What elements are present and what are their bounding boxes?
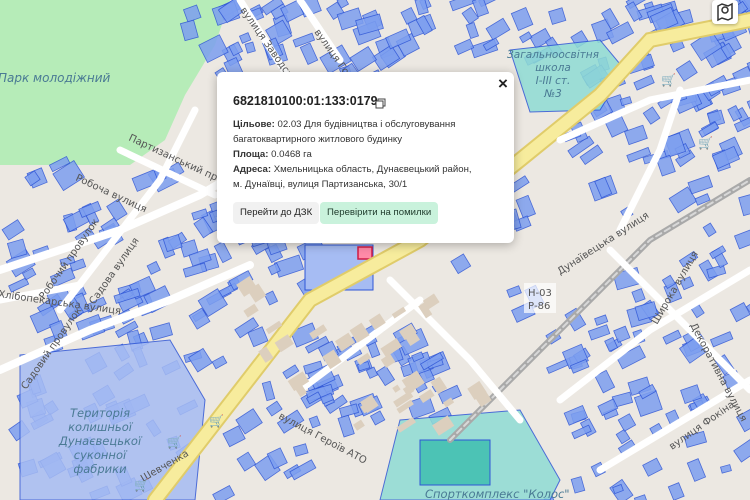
cadastral-number: 6821810100:01:133:0179 [233, 94, 378, 108]
shopping-cart-icon[interactable]: 🛒 [167, 435, 182, 449]
park-label: Парк молодіжний [0, 71, 111, 85]
road-code-1: Н-03 [528, 288, 552, 299]
svg-text:🛒: 🛒 [134, 478, 149, 492]
svg-text:школа: школа [535, 62, 571, 74]
shopping-cart-icon[interactable]: 🛒 [209, 414, 224, 428]
area-info: Площа: 0.0468 га [233, 149, 312, 160]
svg-text:колишньої: колишньої [68, 420, 134, 434]
stadium-label: Спорткомплекс "Колос" [425, 487, 570, 500]
svg-text:І-ІІІ ст.: І-ІІІ ст. [536, 75, 571, 87]
road-code-2: Р-86 [528, 301, 550, 312]
purpose-info: Цільове: 02.03 Для будівництва і обслуго… [233, 119, 456, 145]
svg-text:фабрики: фабрики [73, 462, 127, 476]
close-icon[interactable]: × [498, 75, 508, 92]
shopping-cart-icon[interactable]: 🛒 [698, 136, 713, 150]
selected-parcel[interactable] [357, 246, 373, 260]
copy-icon[interactable] [375, 96, 386, 109]
map-pin-icon[interactable] [712, 0, 738, 24]
svg-text:🛒: 🛒 [698, 136, 713, 150]
address-info: Адреса: Хмельницька область, Дунаєвецьки… [233, 164, 472, 190]
svg-text:№3: №3 [543, 88, 562, 100]
open-dzk-button[interactable]: Перейти до ДЗК [233, 202, 320, 224]
svg-text:Територія: Територія [70, 406, 130, 420]
shopping-cart-icon[interactable]: 🛒 [134, 478, 149, 492]
svg-text:Загальноосвітня: Загальноосвітня [507, 49, 599, 61]
svg-text:Дунаєвецької: Дунаєвецької [58, 434, 143, 448]
svg-text:🛒: 🛒 [661, 73, 676, 87]
parcel-info-popup: 6821810100:01:133:0179 × Цільове: 02.03 … [217, 72, 514, 243]
shopping-cart-icon[interactable]: 🛒 [661, 73, 676, 87]
svg-text:суконної: суконної [74, 448, 128, 462]
check-errors-button[interactable]: Перевірити на помилки [320, 202, 439, 224]
svg-text:🛒: 🛒 [209, 414, 224, 428]
svg-text:🛒: 🛒 [167, 435, 182, 449]
stadium-field [419, 439, 491, 486]
